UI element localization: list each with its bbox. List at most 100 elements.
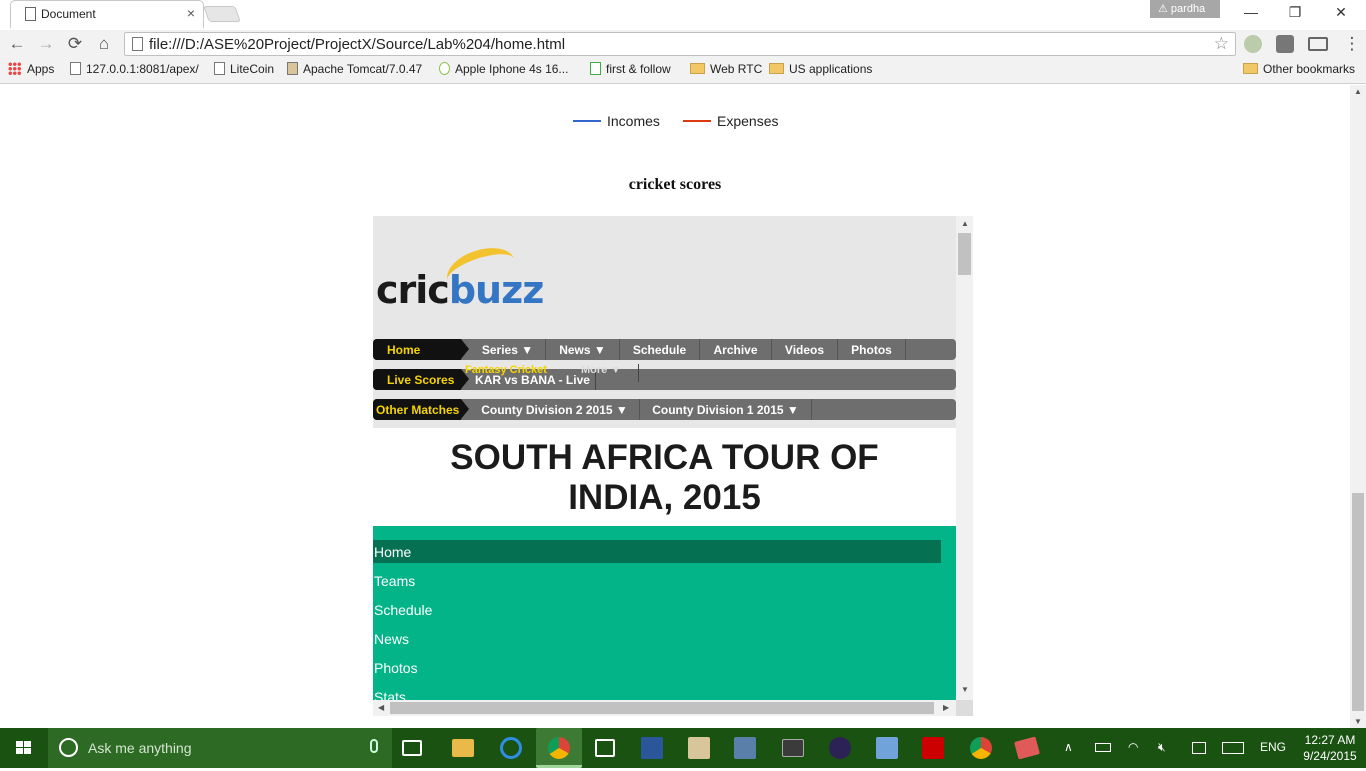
nav-videos[interactable]: Videos bbox=[772, 339, 838, 360]
bookmark-us-applications[interactable]: US applications bbox=[769, 62, 872, 76]
page-icon bbox=[132, 37, 143, 51]
cricbuzz-iframe[interactable]: cricbuzz Home Series ▼ News ▼ Schedule A… bbox=[373, 216, 973, 716]
close-window-button[interactable]: ✕ bbox=[1318, 4, 1364, 21]
bookmark-other[interactable]: Other bookmarks bbox=[1243, 62, 1355, 76]
word-icon[interactable] bbox=[641, 737, 663, 759]
eclipse-icon[interactable] bbox=[829, 737, 851, 759]
nav-more[interactable]: More ▼ bbox=[581, 364, 639, 382]
bookmark-tomcat[interactable]: Apache Tomcat/7.0.47 bbox=[287, 62, 422, 76]
tab-close-button[interactable]: × bbox=[187, 5, 195, 21]
cricbuzz-logo[interactable]: cricbuzz bbox=[376, 240, 544, 318]
bookmark-first-follow[interactable]: first & follow bbox=[590, 62, 671, 76]
extension-badge-icon[interactable] bbox=[1276, 35, 1294, 53]
iframe-vertical-scrollbar[interactable]: ▲ ▼ bbox=[956, 216, 973, 700]
series-menu-schedule[interactable]: Schedule bbox=[373, 598, 941, 621]
battery-icon[interactable] bbox=[1095, 743, 1111, 752]
cast-icon[interactable] bbox=[1308, 37, 1328, 51]
url-text[interactable]: file:///D:/ASE%20Project/ProjectX/Source… bbox=[149, 36, 565, 53]
scroll-left-arrow-icon[interactable]: ◀ bbox=[378, 703, 384, 712]
eraser-app-icon[interactable] bbox=[1014, 736, 1040, 760]
edge-icon[interactable] bbox=[500, 737, 522, 759]
series-menu-news[interactable]: News bbox=[373, 627, 941, 650]
back-button[interactable]: ← bbox=[5, 34, 29, 54]
title-bar: Document × ⚠ pardha — ❐ ✕ bbox=[0, 0, 1366, 30]
legend-expenses: Expenses bbox=[683, 113, 778, 129]
nav-photos[interactable]: Photos bbox=[838, 339, 906, 360]
file-explorer-icon[interactable] bbox=[452, 739, 474, 757]
bookmark-litecoin[interactable]: LiteCoin bbox=[214, 62, 274, 76]
bookmark-iphone[interactable]: Apple Iphone 4s 16... bbox=[439, 62, 568, 76]
new-tab-button[interactable] bbox=[203, 6, 241, 22]
tomcat-icon[interactable] bbox=[688, 737, 710, 759]
extension-download-icon[interactable] bbox=[1244, 35, 1262, 53]
reload-button[interactable]: ⟳ bbox=[63, 34, 87, 54]
sql-icon[interactable] bbox=[782, 739, 804, 757]
series-menu-teams[interactable]: Teams bbox=[373, 569, 941, 592]
start-button[interactable] bbox=[0, 728, 48, 768]
live-scores-nav: Live Scores KAR vs BANA - Live bbox=[373, 369, 956, 390]
chrome-icon[interactable] bbox=[970, 737, 992, 759]
show-hidden-icons-icon[interactable]: ∧ bbox=[1064, 740, 1073, 754]
scroll-right-arrow-icon[interactable]: ▶ bbox=[943, 703, 949, 712]
scroll-up-arrow-icon[interactable]: ▲ bbox=[961, 219, 969, 228]
system-clock[interactable]: 12:27 AM 9/24/2015 bbox=[1295, 732, 1365, 764]
acrobat-icon[interactable] bbox=[922, 737, 944, 759]
page-vscroll-thumb[interactable] bbox=[1352, 493, 1364, 711]
browser-tab[interactable]: Document × bbox=[10, 0, 204, 28]
nav-county-div-2[interactable]: County Division 2 2015 ▼ bbox=[470, 399, 640, 420]
iframe-vscroll-thumb[interactable] bbox=[958, 233, 971, 275]
restore-button[interactable]: ❐ bbox=[1272, 4, 1318, 21]
chrome-taskbar-active[interactable] bbox=[536, 728, 582, 768]
iframe-horizontal-scrollbar[interactable]: ◀ ▶ bbox=[373, 700, 956, 716]
forward-button[interactable]: → bbox=[34, 34, 58, 54]
profile-button[interactable]: ⚠ pardha bbox=[1150, 0, 1220, 18]
incomes-line-icon bbox=[573, 120, 601, 122]
bookmark-star-icon[interactable]: ☆ bbox=[1214, 34, 1229, 54]
microphone-icon[interactable] bbox=[370, 739, 378, 753]
bookmark-label: first & follow bbox=[606, 62, 671, 76]
home-button[interactable]: ⌂ bbox=[92, 34, 116, 54]
wifi-icon[interactable]: ◠ bbox=[1128, 740, 1138, 754]
bookmark-apps[interactable]: Apps bbox=[8, 62, 54, 76]
chrome-menu-icon[interactable]: ⋮ bbox=[1340, 34, 1364, 54]
nav-home[interactable]: Home bbox=[373, 339, 469, 360]
volume-muted-icon[interactable]: 🔇︎ bbox=[1158, 740, 1166, 755]
series-menu-photos[interactable]: Photos bbox=[373, 656, 941, 679]
series-menu-home[interactable]: Home bbox=[373, 540, 941, 563]
page-vertical-scrollbar[interactable]: ▲ ▼ bbox=[1350, 85, 1366, 728]
nav-schedule[interactable]: Schedule bbox=[620, 339, 700, 360]
scroll-up-arrow-icon[interactable]: ▲ bbox=[1354, 87, 1362, 96]
virtualbox-icon[interactable] bbox=[734, 737, 756, 759]
bookmarks-bar: Apps 127.0.0.1:8081/apex/ LiteCoin Apach… bbox=[0, 58, 1366, 84]
language-indicator[interactable]: ENG bbox=[1260, 740, 1286, 754]
nav-other-matches[interactable]: Other Matches bbox=[373, 399, 469, 420]
tab-title: Document bbox=[41, 7, 96, 21]
cortana-search[interactable]: Ask me anything bbox=[48, 728, 392, 768]
legend-label: Expenses bbox=[717, 113, 779, 129]
store-icon[interactable] bbox=[595, 739, 615, 757]
bookmark-label: Web RTC bbox=[710, 62, 763, 76]
keyboard-icon[interactable] bbox=[1222, 742, 1244, 754]
bookmark-apex[interactable]: 127.0.0.1:8081/apex/ bbox=[70, 62, 199, 76]
minimize-button[interactable]: — bbox=[1228, 4, 1274, 20]
nav-fantasy-cricket[interactable]: Fantasy Cricket bbox=[465, 364, 547, 376]
photos-icon[interactable] bbox=[876, 737, 898, 759]
nav-news[interactable]: News ▼ bbox=[546, 339, 620, 360]
iframe-hscroll-thumb[interactable] bbox=[390, 702, 934, 714]
action-center-icon[interactable] bbox=[1192, 742, 1206, 754]
main-nav: Home Series ▼ News ▼ Schedule Archive Vi… bbox=[373, 339, 956, 360]
browser-toolbar: ← → ⟳ ⌂ file:///D:/ASE%20Project/Project… bbox=[0, 30, 1366, 58]
task-view-icon[interactable] bbox=[402, 740, 422, 756]
nav-archive[interactable]: Archive bbox=[700, 339, 772, 360]
bookmark-label: Apache Tomcat/7.0.47 bbox=[303, 62, 423, 76]
nav-series[interactable]: Series ▼ bbox=[470, 339, 546, 360]
bookmark-label: LiteCoin bbox=[230, 62, 275, 76]
series-menu-stats[interactable]: Stats bbox=[373, 685, 941, 700]
nav-county-div-1[interactable]: County Division 1 2015 ▼ bbox=[640, 399, 812, 420]
scroll-down-arrow-icon[interactable]: ▼ bbox=[961, 685, 969, 694]
scroll-down-arrow-icon[interactable]: ▼ bbox=[1354, 717, 1362, 726]
nav-live-scores[interactable]: Live Scores bbox=[373, 369, 469, 390]
address-bar[interactable]: file:///D:/ASE%20Project/ProjectX/Source… bbox=[124, 32, 1236, 56]
bookmark-web-rtc[interactable]: Web RTC bbox=[690, 62, 762, 76]
series-title-line-1: SOUTH AFRICA TOUR OF bbox=[450, 438, 879, 477]
